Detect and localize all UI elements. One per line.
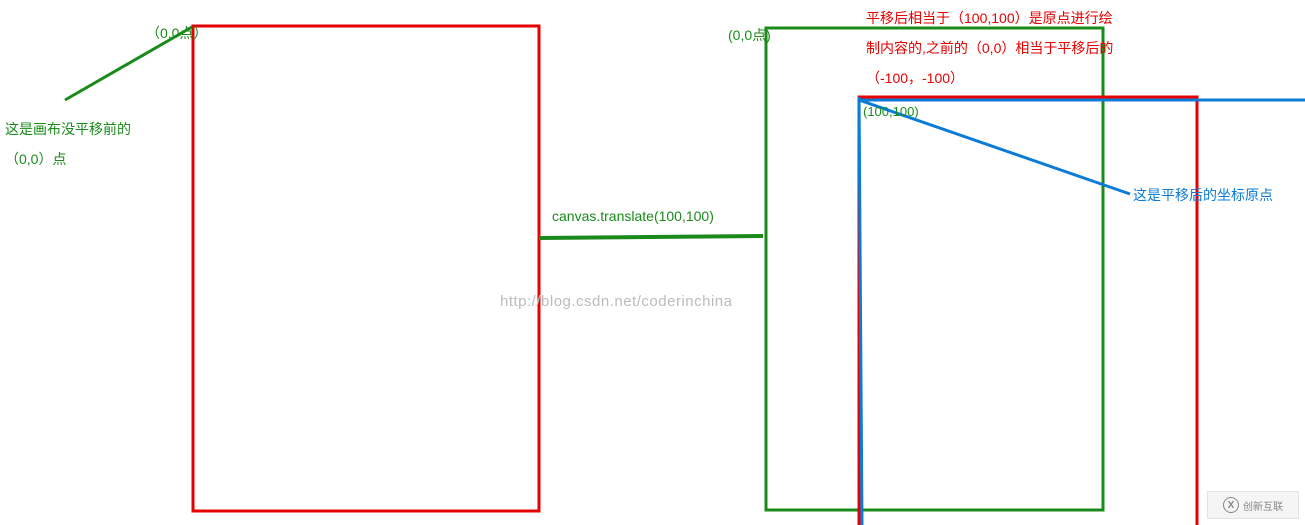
translate-connector (539, 236, 763, 238)
red-desc-line3: （-100，-100） (866, 67, 964, 89)
left-desc-line2: （0,0）点 (5, 148, 66, 170)
red-desc-line2: 制内容的,之前的（0,0）相当于平移后的 (866, 37, 1113, 59)
left-origin-label: （0,0点） (146, 22, 207, 44)
translate-method-label: canvas.translate(100,100) (552, 205, 714, 227)
brand-text: 创新互联 (1243, 498, 1283, 513)
right-translated-label: (100,100) (863, 102, 919, 123)
left-canvas-rect (193, 26, 539, 511)
red-desc-line1: 平移后相当于（100,100）是原点进行绘 (866, 7, 1113, 29)
right-origin-label: (0,0点) (728, 24, 771, 46)
right-translated-rect (859, 97, 1197, 525)
diagram-svg (0, 0, 1305, 525)
blue-desc-label: 这是平移后的坐标原点 (1133, 184, 1273, 206)
left-desc-line1: 这是画布没平移前的 (5, 118, 131, 140)
brand-watermark: X 创新互联 (1207, 491, 1299, 519)
watermark-url: http://blog.csdn.net/coderinchina (500, 290, 732, 314)
brand-icon: X (1223, 497, 1239, 513)
